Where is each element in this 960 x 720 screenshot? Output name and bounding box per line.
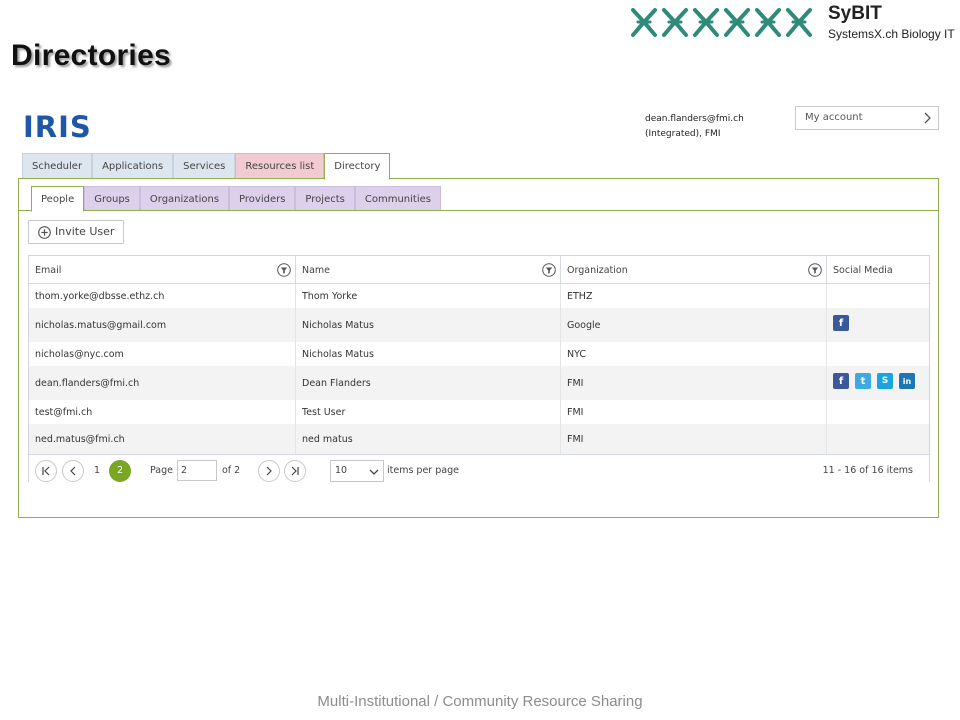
user-info: dean.flanders@fmi.ch (Integrated), FMI bbox=[645, 112, 744, 142]
cell-email: ned.matus@fmi.ch bbox=[29, 424, 296, 454]
last-page-icon bbox=[291, 466, 299, 476]
cell-name: Dean Flanders bbox=[296, 366, 561, 400]
table-row[interactable]: test@fmi.ch Test User FMI bbox=[29, 400, 929, 424]
cell-social-media: f t S in bbox=[827, 366, 929, 400]
filter-icon[interactable] bbox=[808, 263, 822, 277]
pager: 1 2 Page 2 of 2 10 items per page 11 - 1… bbox=[29, 454, 929, 482]
grid-header: Email Name Organization Social Media bbox=[29, 256, 929, 284]
cell-organization: FMI bbox=[561, 424, 827, 454]
cell-email: dean.flanders@fmi.ch bbox=[29, 366, 296, 400]
cell-organization: FMI bbox=[561, 366, 827, 400]
column-header-organization[interactable]: Organization bbox=[561, 256, 827, 284]
user-org: (Integrated), FMI bbox=[645, 129, 721, 139]
my-account-label: My account bbox=[805, 112, 863, 123]
column-header-social-media[interactable]: Social Media bbox=[827, 256, 929, 284]
items-per-page-select[interactable]: 10 bbox=[330, 460, 384, 482]
prev-page-button[interactable] bbox=[62, 460, 84, 482]
cell-social-media bbox=[827, 400, 929, 424]
cell-name: ned matus bbox=[296, 424, 561, 454]
column-label-social-media: Social Media bbox=[833, 265, 893, 276]
slide-footer: Multi-Institutional / Community Resource… bbox=[317, 693, 643, 710]
tab-services[interactable]: Services bbox=[173, 153, 236, 179]
cell-name: Nicholas Matus bbox=[296, 308, 561, 342]
subtab-groups[interactable]: Groups bbox=[84, 186, 140, 211]
chevron-right-icon bbox=[924, 112, 931, 124]
page-input[interactable]: 2 bbox=[177, 460, 217, 481]
table-row[interactable]: thom.yorke@dbsse.ethz.ch Thom Yorke ETHZ bbox=[29, 284, 929, 308]
cell-social-media bbox=[827, 284, 929, 308]
cell-email: nicholas.matus@gmail.com bbox=[29, 308, 296, 342]
pager-summary: 11 - 16 of 16 items bbox=[822, 465, 913, 476]
cell-email: test@fmi.ch bbox=[29, 400, 296, 424]
last-page-button[interactable] bbox=[284, 460, 306, 482]
sybit-logo-icon bbox=[631, 8, 812, 37]
page-label: Page bbox=[150, 465, 173, 476]
tab-scheduler[interactable]: Scheduler bbox=[22, 153, 93, 179]
page-link-2-active[interactable]: 2 bbox=[109, 460, 131, 482]
linkedin-icon[interactable]: in bbox=[899, 373, 915, 389]
filter-icon[interactable] bbox=[277, 263, 291, 277]
cell-organization: Google bbox=[561, 308, 827, 342]
cell-social-media: f bbox=[827, 308, 929, 342]
skype-icon[interactable]: S bbox=[877, 373, 893, 389]
table-row[interactable]: ned.matus@fmi.ch ned matus FMI bbox=[29, 424, 929, 454]
tab-applications[interactable]: Applications bbox=[92, 153, 174, 179]
my-account-button[interactable]: My account bbox=[795, 106, 939, 130]
items-per-page-label: items per page bbox=[387, 465, 459, 476]
cell-email: thom.yorke@dbsse.ethz.ch bbox=[29, 284, 296, 308]
sub-tabs: People Groups Organizations Providers Pr… bbox=[31, 186, 441, 212]
subtab-projects[interactable]: Projects bbox=[295, 186, 355, 211]
column-header-email[interactable]: Email bbox=[29, 256, 296, 284]
column-label-organization: Organization bbox=[567, 265, 628, 276]
subtab-providers[interactable]: Providers bbox=[229, 186, 296, 211]
facebook-icon[interactable]: f bbox=[833, 315, 849, 331]
subtab-people[interactable]: People bbox=[31, 186, 85, 212]
page-of-label: of 2 bbox=[222, 465, 241, 476]
cell-name: Test User bbox=[296, 400, 561, 424]
subtab-communities[interactable]: Communities bbox=[354, 186, 441, 211]
invite-user-button[interactable]: Invite User bbox=[28, 220, 124, 244]
cell-name: Thom Yorke bbox=[296, 284, 561, 308]
cell-name: Nicholas Matus bbox=[296, 342, 561, 366]
facebook-icon[interactable]: f bbox=[833, 373, 849, 389]
cell-organization: NYC bbox=[561, 342, 827, 366]
chevron-left-icon bbox=[70, 466, 76, 476]
chevron-down-icon bbox=[369, 469, 379, 475]
people-grid: Email Name Organization Social Media tho… bbox=[28, 255, 930, 482]
user-email: dean.flanders@fmi.ch bbox=[645, 114, 744, 124]
social-links: f bbox=[833, 315, 849, 331]
chevron-right-icon bbox=[266, 466, 272, 476]
tab-directory[interactable]: Directory bbox=[324, 153, 391, 180]
subtab-organizations[interactable]: Organizations bbox=[139, 186, 230, 211]
page-link-1[interactable]: 1 bbox=[94, 465, 100, 476]
main-tabs: Scheduler Applications Services Resource… bbox=[22, 153, 391, 180]
cell-email: nicholas@nyc.com bbox=[29, 342, 296, 366]
logo-brand: SyBIT bbox=[828, 3, 882, 24]
first-page-icon bbox=[42, 466, 50, 476]
cell-social-media bbox=[827, 342, 929, 366]
directory-panel: People Groups Organizations Providers Pr… bbox=[18, 178, 939, 518]
iris-logo[interactable]: IRIS bbox=[23, 110, 92, 144]
first-page-button[interactable] bbox=[35, 460, 57, 482]
column-label-name: Name bbox=[302, 265, 331, 276]
filter-icon[interactable] bbox=[542, 263, 556, 277]
next-page-button[interactable] bbox=[258, 460, 280, 482]
items-per-page-value: 10 bbox=[335, 465, 348, 476]
twitter-icon[interactable]: t bbox=[855, 373, 871, 389]
column-header-name[interactable]: Name bbox=[296, 256, 561, 284]
table-row[interactable]: nicholas.matus@gmail.com Nicholas Matus … bbox=[29, 308, 929, 342]
column-label-email: Email bbox=[35, 265, 62, 276]
invite-user-label: Invite User bbox=[55, 225, 115, 238]
table-row[interactable]: dean.flanders@fmi.ch Dean Flanders FMI f… bbox=[29, 366, 929, 400]
cell-social-media bbox=[827, 424, 929, 454]
slide-title: Directories bbox=[11, 39, 172, 72]
cell-organization: FMI bbox=[561, 400, 827, 424]
plus-circle-icon bbox=[38, 226, 51, 239]
subtab-divider bbox=[19, 210, 938, 211]
tab-resources-list[interactable]: Resources list bbox=[235, 153, 325, 179]
cell-organization: ETHZ bbox=[561, 284, 827, 308]
table-row[interactable]: nicholas@nyc.com Nicholas Matus NYC bbox=[29, 342, 929, 366]
logo-subtitle: SystemsX.ch Biology IT bbox=[828, 27, 955, 41]
social-links: f t S in bbox=[833, 373, 915, 389]
